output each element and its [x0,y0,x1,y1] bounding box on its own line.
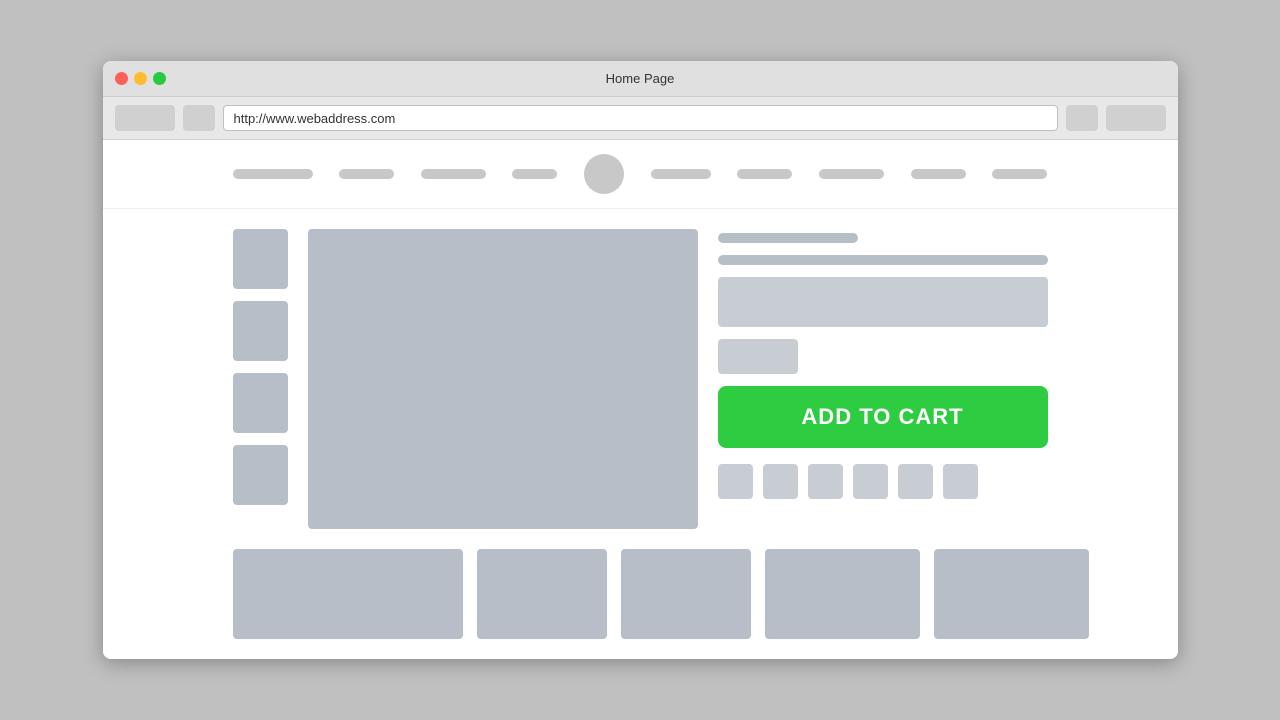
nav-bar: http://www.webaddress.com [103,97,1178,140]
nav-item[interactable] [421,169,486,179]
product-title-bar [718,233,858,243]
product-info: ADD TO CART [718,229,1048,529]
address-bar[interactable]: http://www.webaddress.com [223,105,1058,131]
icon-pill-4[interactable] [853,464,888,499]
traffic-lights [115,72,166,85]
bottom-card-2[interactable] [477,549,607,639]
product-option-box[interactable] [718,339,798,374]
maximize-button[interactable] [153,72,166,85]
nav-item[interactable] [339,169,394,179]
icon-pill-2[interactable] [763,464,798,499]
back-forward-buttons[interactable] [115,105,175,131]
bottom-card-5[interactable] [934,549,1089,639]
minimize-button[interactable] [134,72,147,85]
thumbnail-column [233,229,288,529]
thumbnail-4[interactable] [233,445,288,505]
nav-item[interactable] [911,169,966,179]
product-description-bar [718,255,1048,265]
thumbnail-1[interactable] [233,229,288,289]
bottom-card-3[interactable] [621,549,751,639]
bottom-card-4[interactable] [765,549,920,639]
nav-item[interactable] [233,169,313,179]
bottom-card-1[interactable] [233,549,463,639]
add-to-cart-button[interactable]: ADD TO CART [718,386,1048,448]
site-logo[interactable] [584,154,624,194]
icon-pill-6[interactable] [943,464,978,499]
refresh-button[interactable] [183,105,215,131]
icon-pill-3[interactable] [808,464,843,499]
browser-action-button[interactable] [1066,105,1098,131]
icon-pill-1[interactable] [718,464,753,499]
main-content: ADD TO CART [103,209,1178,659]
title-bar: Home Page [103,61,1178,97]
product-section: ADD TO CART [233,229,1048,529]
browser-window: Home Page http://www.webaddress.com [103,61,1178,659]
product-price-box [718,277,1048,327]
page-content: ADD TO CART [103,140,1178,659]
nav-item[interactable] [737,169,792,179]
product-main-image [308,229,698,529]
thumbnail-3[interactable] [233,373,288,433]
icon-pill-5[interactable] [898,464,933,499]
nav-item[interactable] [992,169,1047,179]
thumbnail-2[interactable] [233,301,288,361]
nav-item[interactable] [819,169,884,179]
window-title: Home Page [115,71,1166,86]
nav-item[interactable] [512,169,557,179]
bottom-grid [233,549,1048,639]
nav-item[interactable] [651,169,711,179]
close-button[interactable] [115,72,128,85]
product-icon-pills [718,464,1048,499]
site-header [103,140,1178,209]
browser-menu-button[interactable] [1106,105,1166,131]
site-nav [233,154,1048,194]
